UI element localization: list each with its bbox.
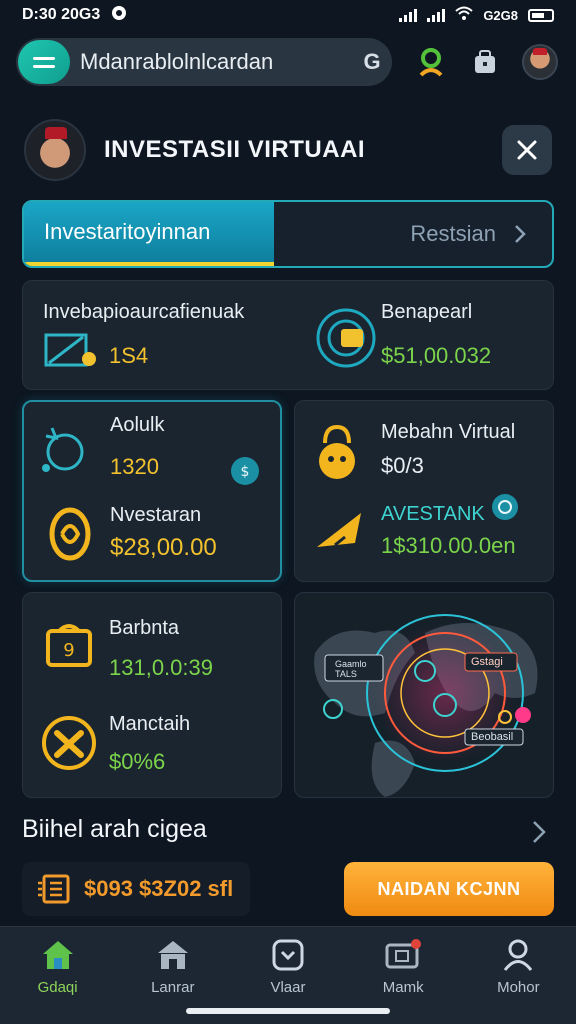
barbnta-value: 131,0.0:39: [109, 655, 213, 680]
tab-bar: Investaritoyinnan Restsian: [22, 200, 554, 268]
search-input[interactable]: Mdanrablolnlcardan: [70, 49, 352, 75]
home-indicator[interactable]: [186, 1008, 390, 1014]
page-header: INVESTASII VIRTUAAI: [0, 110, 576, 190]
status-time: D:30 20G3: [22, 6, 101, 23]
mebahn-value: $0/3: [381, 453, 424, 478]
location-pin-icon[interactable]: [414, 45, 448, 79]
dollar-badge-icon: $: [230, 456, 260, 491]
manctaih-label: Manctaih: [109, 713, 191, 735]
map-tag-2: Gstagi: [471, 656, 503, 668]
wifi-icon: [455, 6, 473, 25]
card-label-right: Benapearl: [381, 301, 473, 323]
avestank-value: 1$310.00.0en: [381, 533, 516, 558]
chevron-right-icon: [515, 225, 526, 243]
tab-investments[interactable]: Investaritoyinnan: [24, 202, 274, 266]
nav-label-bank: Lanrar: [151, 979, 195, 996]
screen-icon: [385, 939, 422, 969]
chart-up-icon: [43, 329, 97, 378]
nav-label-home: Gdaqi: [37, 979, 78, 996]
bank-icon: [157, 941, 188, 969]
close-icon: [517, 140, 537, 160]
aolulk-label: Aolulk: [110, 414, 165, 436]
avatar[interactable]: [522, 44, 558, 80]
svg-text:9: 9: [63, 640, 74, 661]
piggy-face-icon: [315, 423, 359, 486]
avestank-label: AVESTANK: [381, 503, 485, 525]
manctaih-value: $0%6: [109, 749, 166, 774]
close-button[interactable]: [502, 125, 552, 175]
chevron-box-icon: [272, 939, 304, 971]
barbnta-label: Barbnta: [109, 617, 180, 639]
menu-icon[interactable]: [18, 40, 70, 84]
wallet-icon[interactable]: [468, 45, 502, 79]
growth-arrow-icon: [315, 507, 367, 556]
nav-label-vlaar: Vlaar: [270, 979, 306, 996]
svg-text:$: $: [241, 464, 250, 480]
nav-item-profile[interactable]: Mohor: [470, 939, 566, 1024]
stats-card-left[interactable]: Aolulk 1320 $ Nvestaran $28,00.00: [22, 400, 282, 582]
tools-coin-icon: [41, 715, 97, 776]
signal-icon-2: [427, 8, 446, 22]
bag-icon: 9: [45, 621, 93, 674]
nav-label-profile: Mohor: [497, 979, 540, 996]
card-value-left: 1S4: [109, 343, 149, 368]
section-title: Biihel arah cigea: [22, 815, 207, 843]
top-bar: Mdanrablolnlcardan G: [0, 30, 576, 94]
map-tag-3: Beobasil: [471, 731, 514, 743]
user-icon: [504, 939, 533, 971]
status-bar: D:30 20G3 G2G8: [0, 0, 576, 30]
nvestaran-value: $28,00.00: [110, 534, 217, 561]
battery-text: G2G8: [483, 7, 518, 23]
balance-value: $093 $3Z02 sfl: [84, 876, 234, 901]
world-map-graphic: [314, 614, 538, 797]
battery-icon: [528, 8, 554, 22]
target-coin-icon: [315, 307, 377, 374]
map-tag-1: Gaamlo TALS: [335, 659, 367, 679]
balance-summary[interactable]: $093 $3Z02 sfl: [22, 862, 250, 916]
tab-restsian-label: Restsian: [410, 221, 496, 246]
nav-item-home[interactable]: Gdaqi: [10, 939, 106, 1024]
search-bar[interactable]: Mdanrablolnlcardan G: [16, 38, 392, 86]
section-chevron-icon[interactable]: [532, 820, 546, 849]
card-value-right: $51,00.032: [381, 343, 492, 368]
notification-icon: [110, 4, 128, 27]
summary-card[interactable]: Invebapioaurcafienuak 1S4 Benapearl $51,…: [22, 280, 554, 390]
g-icon[interactable]: G: [352, 49, 392, 75]
refresh-cycle-icon: [40, 424, 90, 481]
mebahn-label: Mebahn Virtual: [381, 421, 516, 443]
nav-label-mamk: Mamk: [382, 979, 424, 996]
profile-avatar[interactable]: [24, 119, 86, 181]
portfolio-card[interactable]: 9 Barbnta 131,0.0:39 Manctaih $0%6: [22, 592, 282, 798]
stats-card-right[interactable]: Mebahn Virtual $0/3 AVESTANK 1$310.00.0e…: [294, 400, 554, 582]
page-title: INVESTASII VIRTUAAI: [104, 136, 366, 163]
refresh-badge-icon: [491, 493, 519, 526]
gold-coin-icon: [48, 506, 92, 567]
world-map-card[interactable]: Gaamlo TALS Gstagi Beobasil: [294, 592, 554, 798]
nvestaran-label: Nvestaran: [110, 504, 202, 526]
aolulk-value: 1320: [110, 454, 159, 479]
receipt-icon: [38, 874, 70, 904]
tab-restsian[interactable]: Restsian: [274, 202, 552, 266]
card-label-left: Invebapioaurcafienuak: [43, 301, 245, 323]
primary-cta-button[interactable]: NAIDAN KCJNN: [344, 862, 554, 916]
home-icon: [42, 941, 73, 969]
signal-icon: [399, 8, 418, 22]
